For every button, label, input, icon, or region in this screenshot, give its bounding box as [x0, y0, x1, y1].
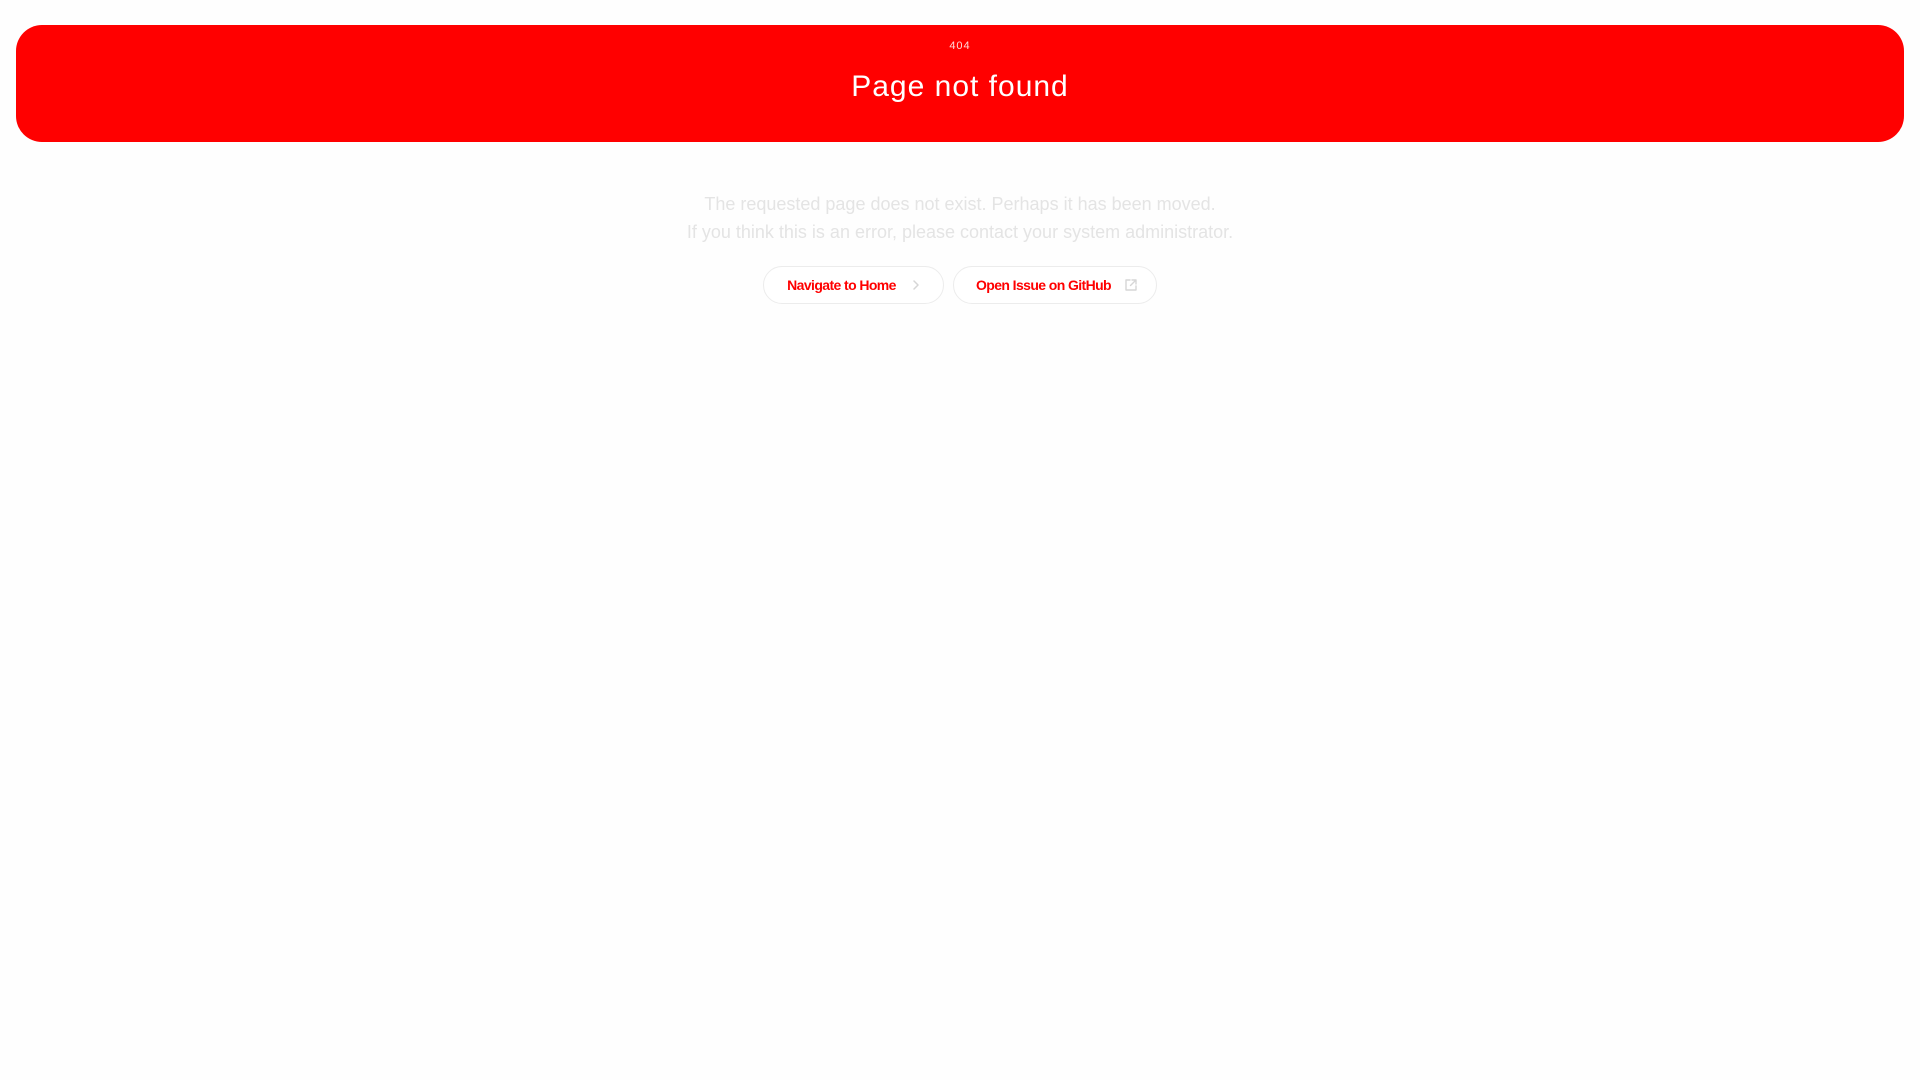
error-message-line-1: The requested page does not exist. Perha… [704, 194, 1216, 214]
open-issue-label: Open Issue on GitHub [976, 277, 1112, 293]
open-issue-github-button[interactable]: Open Issue on GitHub [953, 266, 1157, 304]
error-banner: 404 Page not found [16, 25, 1904, 142]
chevron-right-icon [908, 277, 924, 293]
external-link-icon [1123, 277, 1138, 293]
error-message: The requested page does not exist. Perha… [0, 190, 1920, 246]
navigate-home-label: Navigate to Home [787, 277, 896, 293]
navigate-home-button[interactable]: Navigate to Home [763, 266, 944, 304]
error-message-line-2: If you think this is an error, please co… [686, 222, 1234, 242]
action-buttons: Navigate to Home Open Issue on GitHub [0, 266, 1920, 304]
error-code: 404 [949, 40, 971, 52]
page-title: Page not found [851, 70, 1069, 103]
